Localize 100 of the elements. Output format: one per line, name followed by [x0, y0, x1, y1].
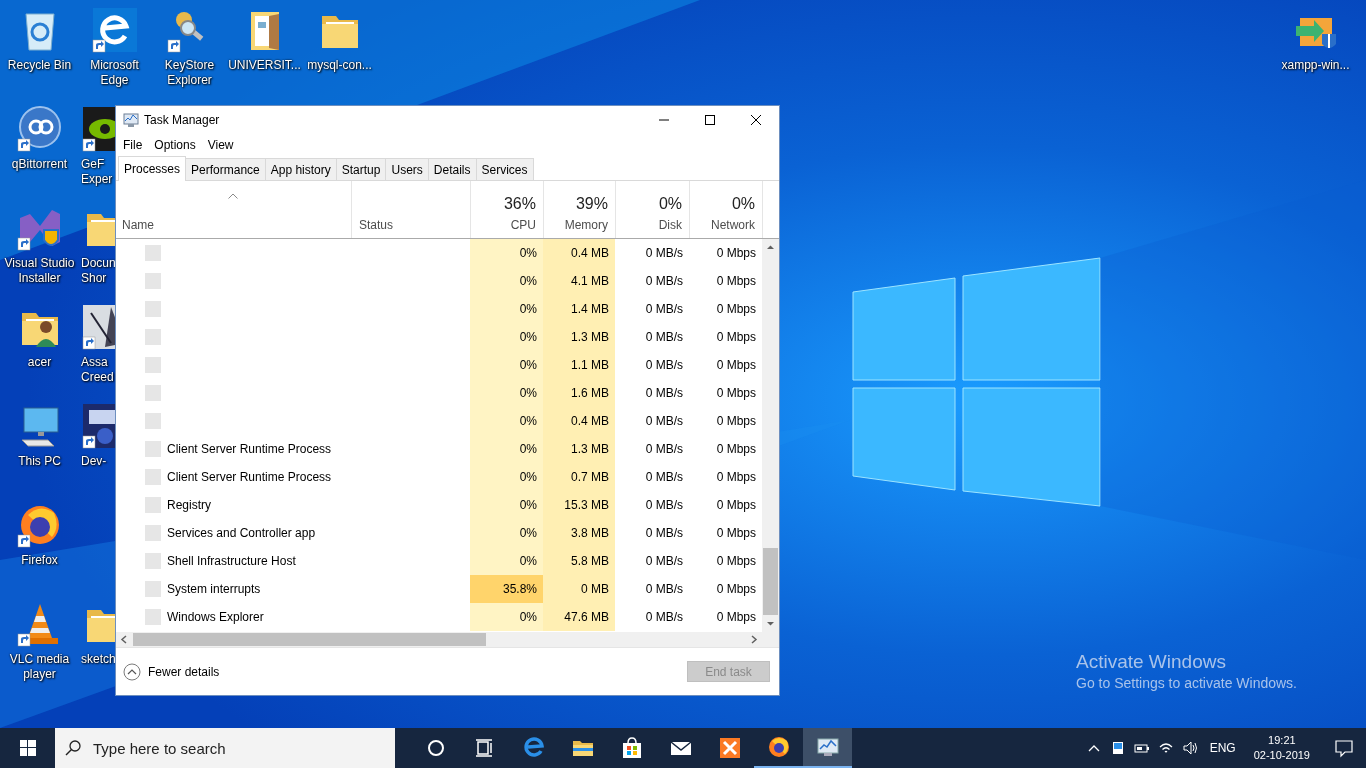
process-icon [145, 525, 161, 541]
icon-label: UNIVERSIT... [228, 58, 301, 73]
menu-item[interactable]: View [202, 138, 239, 152]
tab[interactable]: Processes [118, 156, 187, 181]
icon-label: Dev- [81, 454, 108, 469]
language-indicator[interactable]: ENG [1209, 741, 1236, 755]
game-icon[interactable] [81, 303, 115, 351]
table-cell: 4.1 MB [543, 267, 615, 295]
process-icon [145, 609, 161, 625]
search-icon [65, 740, 81, 756]
search-field[interactable]: Type here to search [91, 738, 385, 758]
column-total: 0% [658, 195, 682, 213]
process-icon [145, 441, 161, 457]
vertical-scrollbar[interactable] [762, 239, 779, 632]
browser-icon [521, 736, 546, 760]
table-cell: 1.4 MB [543, 295, 615, 323]
icon-label: qBittorrent [11, 157, 68, 172]
process-icon [145, 581, 161, 597]
monitor-icon [123, 112, 139, 128]
icon-label: xampp-win... [1281, 58, 1350, 73]
firefox-icon [766, 735, 791, 759]
icon-label: Firefox [21, 553, 58, 568]
eye-icon[interactable] [81, 105, 115, 153]
tab[interactable]: App history [264, 158, 337, 180]
app-icon[interactable] [81, 402, 115, 450]
column-header[interactable]: Memory [564, 218, 608, 232]
monitor-icon [815, 735, 840, 759]
icon-label: Docun Shor [81, 256, 115, 286]
icon-label: acer [27, 355, 52, 370]
icon-label: Microsoft Edge [89, 58, 140, 88]
activation-text: Go to Settings to activate Windows. [1076, 674, 1297, 693]
table-cell: 0% [470, 435, 543, 463]
table-cell: 1.3 MB [543, 323, 615, 351]
menu-item[interactable]: File [118, 138, 148, 152]
column-header[interactable]: Status [359, 218, 463, 232]
process-name: Shell Infrastructure Host [167, 554, 296, 568]
column-header[interactable]: Disk [658, 218, 682, 232]
process-icon [145, 301, 161, 317]
column-total: 0% [731, 195, 755, 213]
process-icon [145, 357, 161, 373]
tab[interactable]: Details [427, 158, 477, 180]
table-cell: 0% [470, 519, 543, 547]
process-icon [145, 385, 161, 401]
column-header[interactable]: Name [122, 218, 344, 232]
fewer-details-link[interactable]: Fewer details [123, 662, 220, 681]
icon-label: VLC media player [8, 652, 71, 682]
menu-item[interactable]: Options [149, 138, 201, 152]
table-cell: 0% [470, 323, 543, 351]
process-name: Client Server Runtime Process [167, 470, 332, 484]
clock-time[interactable]: 19:21 [1268, 733, 1296, 748]
table-cell: 35.8% [470, 575, 543, 603]
table-cell: 0% [470, 491, 543, 519]
icon-label: mysql-con... [307, 58, 372, 73]
xampp-icon [717, 736, 742, 760]
browser-icon[interactable] [90, 6, 139, 54]
process-icon [145, 469, 161, 485]
column-header[interactable]: CPU [510, 218, 536, 232]
windows-logo-icon [19, 740, 36, 756]
circle-icon[interactable] [15, 105, 64, 153]
table-cell: 47.6 MB [543, 603, 615, 631]
notification-icon[interactable] [1334, 738, 1354, 758]
process-icon [145, 273, 161, 289]
process-name: Services and Controller app [167, 526, 316, 540]
table-cell: 1.6 MB [543, 379, 615, 407]
table-cell: 0% [470, 379, 543, 407]
tab[interactable]: Performance [185, 158, 266, 180]
table-cell: 5.8 MB [543, 547, 615, 575]
process-icon [145, 329, 161, 345]
collapse-icon [123, 662, 141, 681]
icon-label: Assa Creed [81, 355, 115, 385]
column-total: 39% [575, 195, 608, 213]
table-cell: 0% [470, 547, 543, 575]
icon-label: KeyStore Explorer [163, 58, 216, 88]
table-cell: 1.1 MB [543, 351, 615, 379]
process-name: Windows Explorer [167, 610, 264, 624]
column-header[interactable]: Network [711, 218, 755, 232]
tab[interactable]: Startup [335, 158, 387, 180]
tab[interactable]: Users [385, 158, 429, 180]
clock-date[interactable]: 02-10-2019 [1253, 748, 1310, 763]
tab[interactable]: Services [475, 158, 534, 180]
process-icon [145, 497, 161, 513]
table-cell: 3.8 MB [543, 519, 615, 547]
search-box[interactable]: Type here to search [55, 728, 395, 768]
process-icon [145, 553, 161, 569]
process-name: Registry [167, 498, 211, 512]
scrollbar-thumb[interactable] [763, 548, 778, 615]
scrollbar-thumb[interactable] [133, 633, 486, 646]
icon-label: sketch [81, 652, 115, 667]
table-cell: 0% [470, 351, 543, 379]
volume-icon[interactable] [1181, 740, 1198, 756]
icon-label: GeF Exper [81, 157, 114, 187]
window-title: Task Manager [144, 113, 220, 127]
process-icon [145, 245, 161, 261]
table-cell: 15.3 MB [543, 491, 615, 519]
table-cell: 0% [470, 463, 543, 491]
table-cell: 0% [470, 295, 543, 323]
table-cell: 0.4 MB [543, 239, 615, 267]
taskbar-button[interactable] [803, 728, 852, 768]
maximize-icon [705, 115, 715, 125]
table-cell: 0% [470, 239, 543, 267]
